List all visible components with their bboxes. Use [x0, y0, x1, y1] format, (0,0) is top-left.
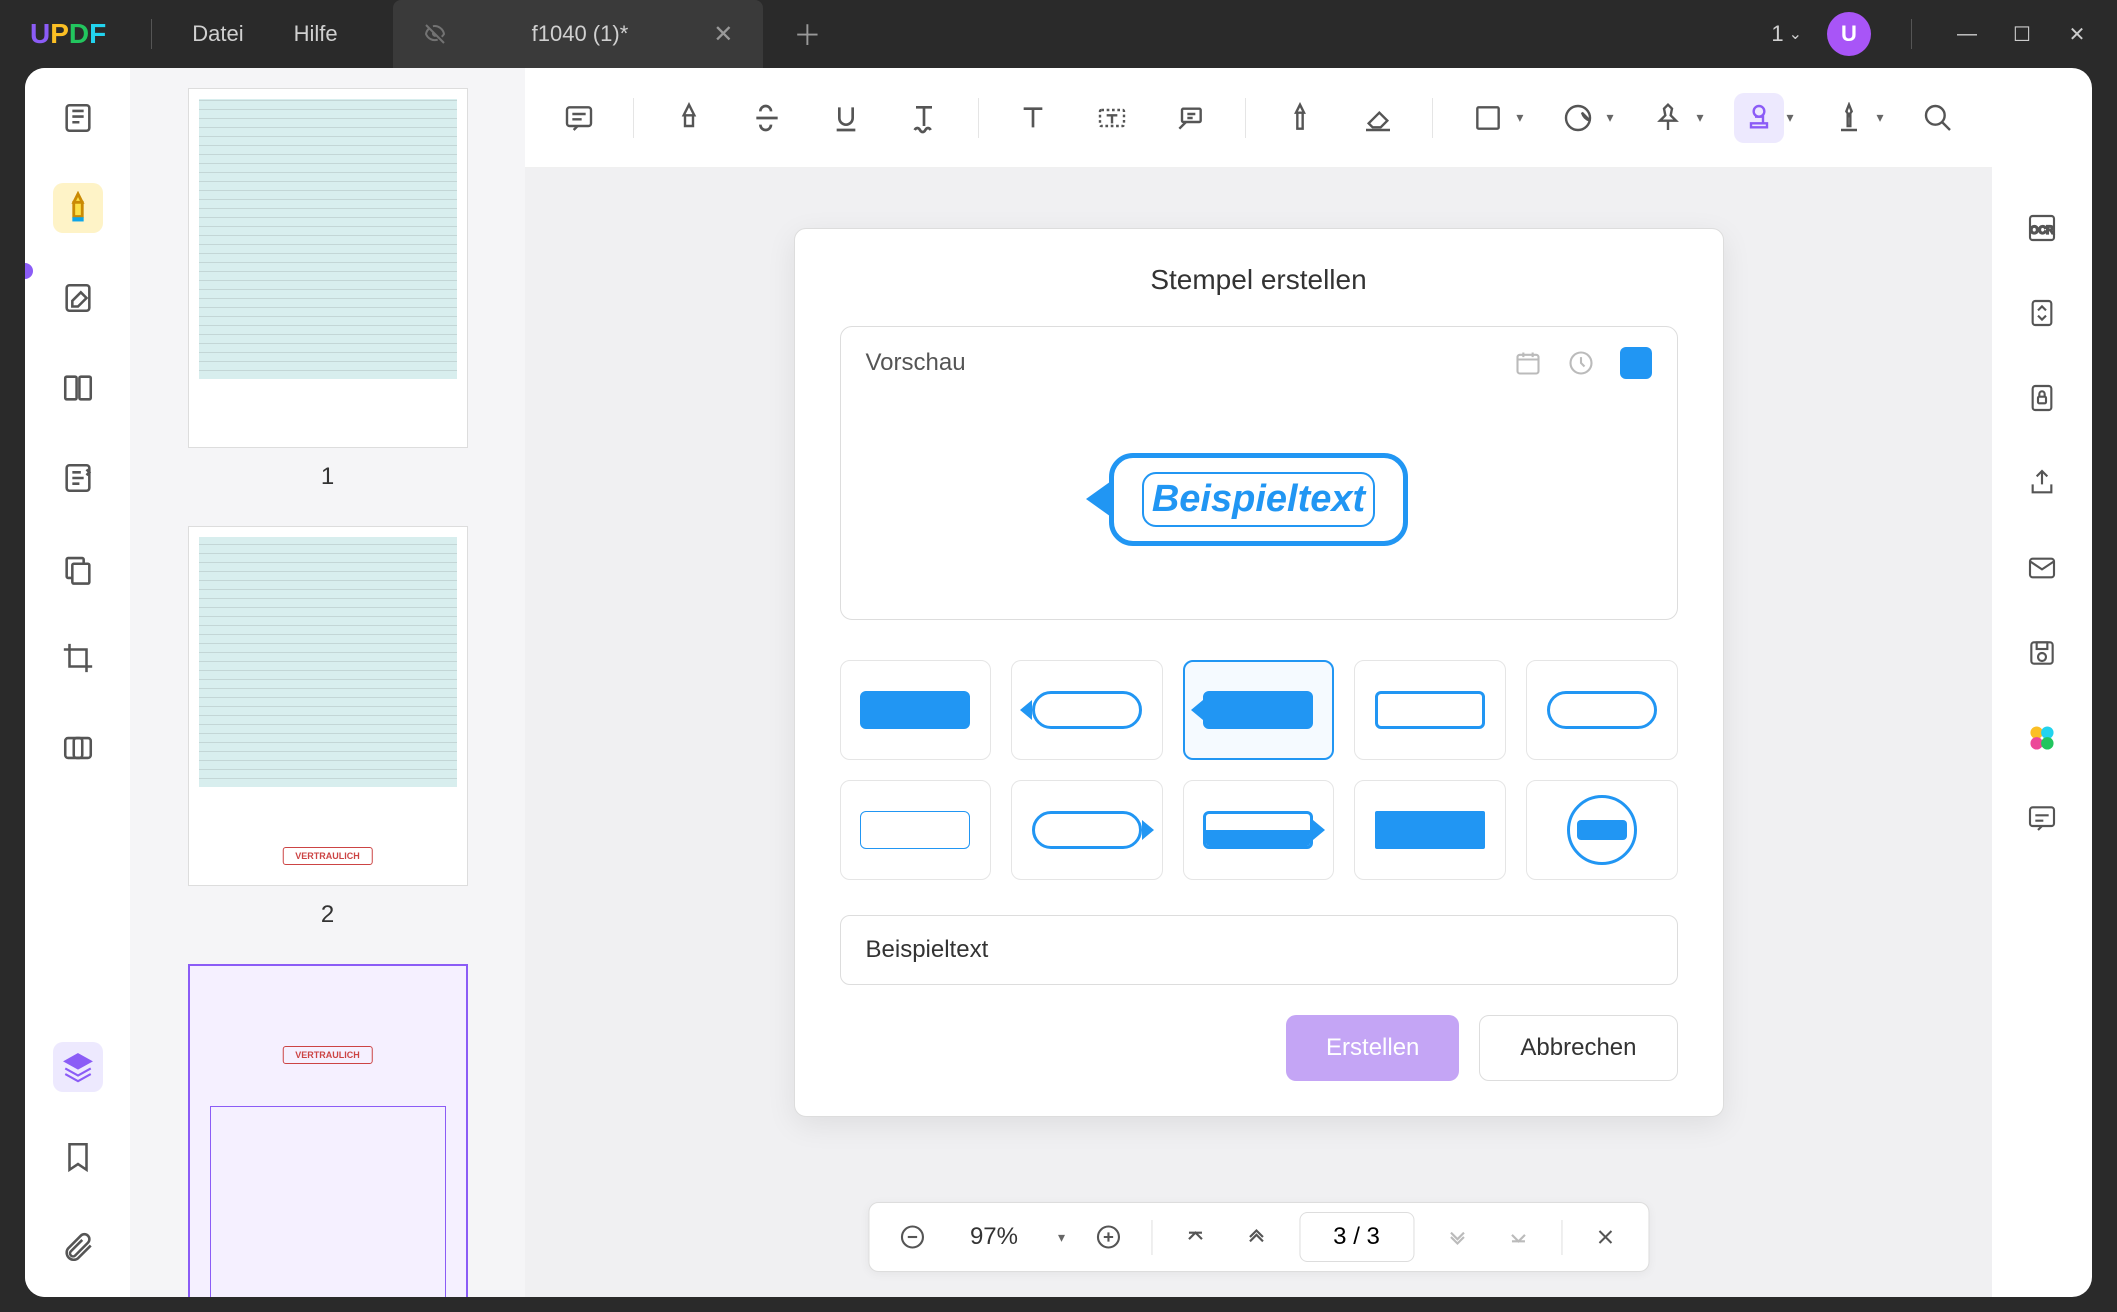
menu-help[interactable]: Hilfe [269, 21, 363, 47]
zoom-out-button[interactable] [894, 1219, 930, 1255]
annotate-tool[interactable] [53, 183, 103, 233]
doc-count[interactable]: 1 ⌄ [1771, 21, 1802, 47]
create-stamp-dialog: Stempel erstellen Vorschau Beispieltext [794, 228, 1724, 1117]
minimize-button[interactable]: — [1952, 19, 1982, 49]
signature-tool[interactable]: ▾ [1824, 93, 1884, 143]
right-sidebar: OCR [1992, 168, 2092, 878]
close-window-button[interactable]: ✕ [2062, 19, 2092, 49]
compare-tool[interactable] [53, 723, 103, 773]
shape-option-8[interactable] [1183, 780, 1335, 880]
maximize-button[interactable]: ☐ [2007, 19, 2037, 49]
shape-option-1[interactable] [840, 660, 992, 760]
close-bar-button[interactable] [1587, 1219, 1623, 1255]
cancel-button[interactable]: Abbrechen [1479, 1015, 1677, 1081]
share-button[interactable] [2022, 463, 2062, 503]
left-sidebar [25, 68, 130, 1297]
eye-off-icon [423, 22, 447, 46]
shape-option-7[interactable] [1011, 780, 1163, 880]
document-canvas: Stempel erstellen Vorschau Beispieltext [525, 168, 1992, 1297]
svg-text:OCR: OCR [2030, 224, 2054, 236]
shape-option-10[interactable] [1526, 780, 1678, 880]
prev-page-button[interactable] [1238, 1219, 1274, 1255]
page-input[interactable] [1299, 1212, 1414, 1262]
shape-tool[interactable]: ▾ [1463, 93, 1523, 143]
textbox-tool[interactable] [1088, 93, 1136, 143]
zoom-level: 97% [955, 1223, 1033, 1251]
bottom-bar: 97% ▾ [868, 1202, 1649, 1272]
last-page-button[interactable] [1500, 1219, 1536, 1255]
text-tool[interactable] [1009, 93, 1057, 143]
edit-tool[interactable] [53, 273, 103, 323]
stamp-text-input[interactable] [840, 915, 1678, 985]
ai-button[interactable] [2022, 718, 2062, 758]
stamp-preview: Beispieltext [866, 399, 1652, 599]
pencil-tool[interactable] [1276, 93, 1324, 143]
sticker-tool[interactable]: ▾ [1553, 93, 1613, 143]
pin-tool[interactable]: ▾ [1643, 93, 1703, 143]
convert-button[interactable] [2022, 293, 2062, 333]
shape-option-5[interactable] [1526, 660, 1678, 760]
thumbnail-2[interactable]: VERTRAULICH 2 [170, 526, 485, 929]
comment-tool[interactable] [555, 93, 603, 143]
shape-grid [840, 660, 1678, 880]
protect-button[interactable] [2022, 378, 2062, 418]
highlight-tool[interactable] [664, 93, 712, 143]
stamp-tool[interactable]: ▾ [1734, 93, 1794, 143]
reader-tool[interactable] [53, 93, 103, 143]
form-tool[interactable] [53, 453, 103, 503]
bookmark-tool[interactable] [53, 1132, 103, 1182]
shape-option-2[interactable] [1011, 660, 1163, 760]
create-button[interactable]: Erstellen [1286, 1015, 1459, 1081]
redact-tool[interactable] [53, 543, 103, 593]
color-swatch[interactable] [1620, 347, 1652, 379]
thumbnail-panel: 1 VERTRAULICH 2 VERTRAULICH 3 [130, 68, 525, 1297]
underline-tool[interactable] [821, 93, 869, 143]
strikethrough-tool[interactable] [743, 93, 791, 143]
squiggly-tool[interactable] [900, 93, 948, 143]
menu-file[interactable]: Datei [167, 21, 268, 47]
app-logo: UPDF [0, 18, 136, 50]
tab-title: f1040 (1)* [532, 21, 629, 47]
tab-close-button[interactable]: ✕ [713, 20, 733, 49]
attachment-tool[interactable] [53, 1222, 103, 1272]
save-button[interactable] [2022, 633, 2062, 673]
calendar-icon[interactable] [1514, 349, 1542, 377]
shape-option-3[interactable] [1183, 660, 1335, 760]
email-button[interactable] [2022, 548, 2062, 588]
ocr-button[interactable]: OCR [2022, 208, 2062, 248]
titlebar: UPDF Datei Hilfe f1040 (1)* ✕ ＋ 1 ⌄ U — … [0, 0, 2117, 68]
clock-icon[interactable] [1567, 349, 1595, 377]
annotation-toolbar: ▾ ▾ ▾ ▾ ▾ [525, 68, 1992, 168]
first-page-button[interactable] [1177, 1219, 1213, 1255]
shape-option-6[interactable] [840, 780, 992, 880]
eraser-tool[interactable] [1354, 93, 1402, 143]
dialog-title: Stempel erstellen [840, 264, 1678, 296]
preview-label: Vorschau [866, 349, 966, 377]
zoom-dropdown[interactable]: ▾ [1058, 1229, 1065, 1246]
thumbnail-3[interactable]: VERTRAULICH 3 [170, 964, 485, 1297]
new-tab-button[interactable]: ＋ [793, 14, 821, 54]
zoom-in-button[interactable] [1090, 1219, 1126, 1255]
preview-box: Vorschau Beispieltext [840, 326, 1678, 620]
thumbnail-1[interactable]: 1 [170, 88, 485, 491]
organize-tool[interactable] [53, 363, 103, 413]
page-number: 1 [170, 463, 485, 491]
shape-option-9[interactable] [1354, 780, 1506, 880]
layers-tool[interactable] [53, 1042, 103, 1092]
next-page-button[interactable] [1439, 1219, 1475, 1255]
shape-option-4[interactable] [1354, 660, 1506, 760]
callout-tool[interactable] [1166, 93, 1214, 143]
page-number: 2 [170, 901, 485, 929]
chat-button[interactable] [2022, 798, 2062, 838]
user-avatar[interactable]: U [1827, 12, 1871, 56]
crop-tool[interactable] [53, 633, 103, 683]
search-button[interactable] [1914, 93, 1962, 143]
app-frame: 1 VERTRAULICH 2 VERTRAULICH 3 ▾ ▾ [25, 68, 2092, 1297]
document-tab[interactable]: f1040 (1)* ✕ [393, 0, 764, 68]
